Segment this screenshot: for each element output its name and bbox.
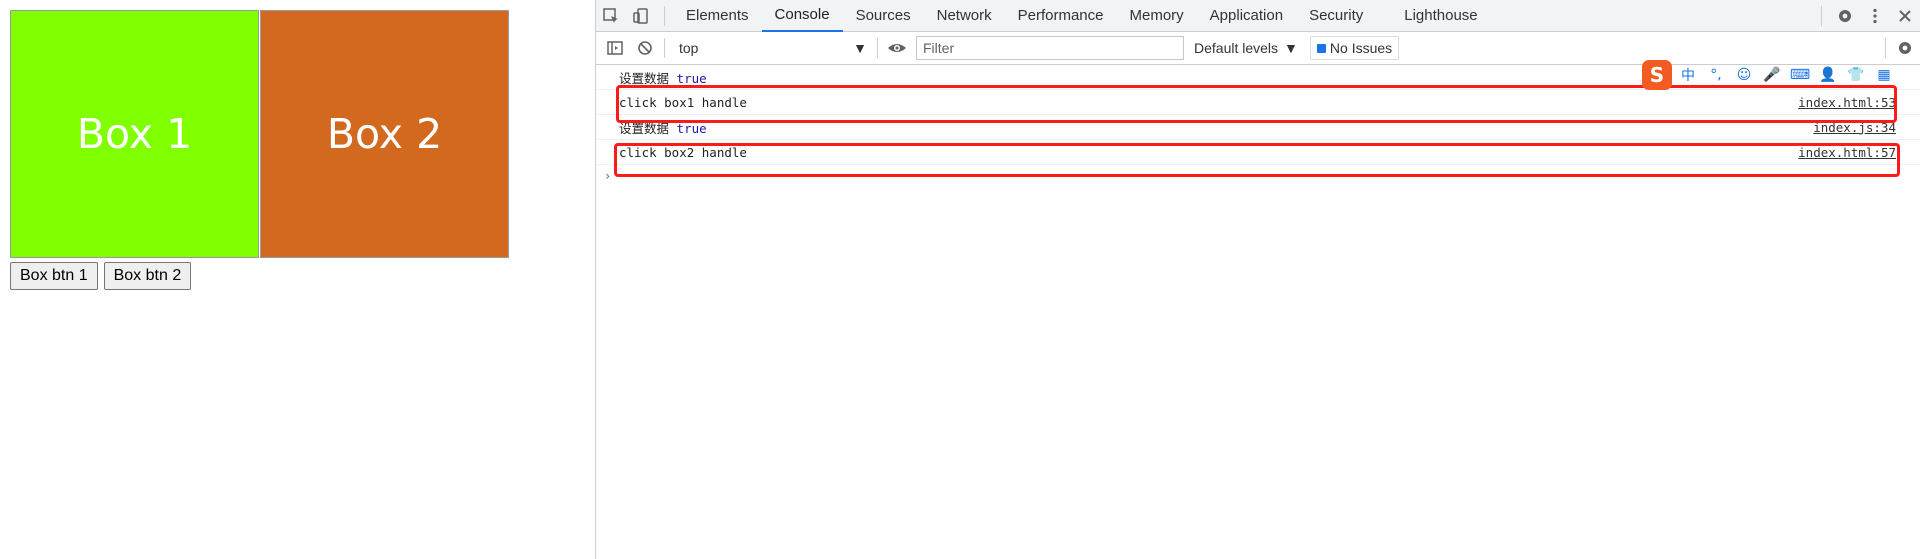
device-toolbar-icon[interactable]	[626, 1, 656, 31]
ime-keyboard-icon[interactable]: ⌨	[1788, 64, 1812, 86]
toolbar-divider	[1885, 38, 1886, 58]
box-1-label: Box 1	[76, 110, 193, 158]
console-row: click box2 handle index.html:57	[596, 140, 1920, 165]
tab-elements[interactable]: Elements	[673, 0, 762, 32]
message-value: true	[676, 120, 707, 136]
settings-gear-icon[interactable]	[1830, 1, 1860, 31]
page-viewport: Box 1 Box 2 Box btn 1 Box btn 2	[0, 0, 595, 559]
message-value: true	[676, 70, 707, 86]
context-select[interactable]: top ▼	[673, 36, 873, 60]
source-link[interactable]: index.html:53	[1798, 95, 1896, 110]
context-label: top	[679, 40, 699, 56]
console-message: click box1 handle	[619, 94, 747, 110]
live-expression-eye-icon[interactable]	[882, 33, 912, 63]
box-1[interactable]: Box 1	[10, 10, 259, 258]
source-link[interactable]: index.js:34	[1813, 120, 1896, 135]
show-sidebar-icon[interactable]	[600, 33, 630, 63]
message-text: 设置数据	[619, 70, 670, 86]
tabbar-divider	[664, 5, 665, 26]
ime-skin-icon[interactable]: 👕	[1844, 64, 1868, 86]
console-message: click box2 handle	[619, 144, 747, 160]
toolbar-divider	[664, 38, 665, 58]
tab-performance[interactable]: Performance	[1005, 0, 1117, 32]
console-prompt[interactable]: ›	[596, 165, 1920, 187]
toolbar-right-actions	[1881, 33, 1920, 63]
tab-network[interactable]: Network	[924, 0, 1005, 32]
tab-lighthouse[interactable]: Lighthouse	[1376, 0, 1490, 32]
source-link[interactable]: index.html:57	[1798, 145, 1896, 160]
toolbar-divider	[877, 38, 878, 58]
ime-chinese-mode-icon[interactable]: 中	[1676, 64, 1700, 86]
console-settings-gear-icon[interactable]	[1890, 33, 1920, 63]
more-options-icon[interactable]	[1860, 1, 1890, 31]
ime-toolbar: S 中 °, ☺ 🎤 ⌨ 👤 👕 ▦	[1642, 60, 1896, 90]
tab-memory[interactable]: Memory	[1117, 0, 1197, 32]
box-btn-2[interactable]: Box btn 2	[103, 262, 192, 290]
boxes-container: Box 1 Box 2	[10, 10, 509, 258]
inspect-element-icon[interactable]	[596, 1, 626, 31]
console-message: 设置数据 true	[619, 118, 1813, 137]
ime-toolbox-icon[interactable]: ▦	[1872, 64, 1896, 86]
box-btn-1[interactable]: Box btn 1	[10, 262, 98, 290]
console-row: 设置数据 true index.js:34	[596, 115, 1920, 140]
devtools-tabbar: Elements Console Sources Network Perform…	[596, 0, 1920, 32]
console-row: click box1 handle index.html:53	[596, 90, 1920, 115]
tab-console[interactable]: Console	[761, 0, 843, 32]
box-2-label: Box 2	[326, 110, 443, 158]
sogou-logo-icon[interactable]: S	[1642, 60, 1672, 90]
tab-security[interactable]: Security	[1296, 0, 1376, 32]
filter-input[interactable]	[916, 36, 1184, 60]
clear-console-icon[interactable]	[630, 33, 660, 63]
chevron-down-icon: ▼	[1284, 40, 1298, 56]
button-row: Box btn 1 Box btn 2	[10, 262, 192, 290]
log-levels-dropdown[interactable]: Default levels ▼	[1194, 40, 1298, 56]
tab-application[interactable]: Application	[1197, 0, 1296, 32]
ime-voice-icon[interactable]: 🎤	[1760, 64, 1784, 86]
chevron-down-icon: ▼	[853, 40, 867, 56]
tabbar-right-divider	[1821, 5, 1822, 26]
issues-label: No Issues	[1329, 40, 1393, 56]
close-icon[interactable]	[1890, 1, 1920, 31]
message-text: 设置数据	[619, 120, 670, 136]
ime-user-icon[interactable]: 👤	[1816, 64, 1840, 86]
issues-flag-icon	[1316, 43, 1326, 53]
prompt-chevron-icon: ›	[604, 169, 612, 183]
ime-punctuation-icon[interactable]: °,	[1704, 64, 1728, 86]
ime-emoji-icon[interactable]: ☺	[1732, 64, 1756, 86]
box-2[interactable]: Box 2	[260, 10, 509, 258]
log-levels-label: Default levels	[1194, 40, 1279, 56]
tabbar-right-actions	[1821, 1, 1920, 31]
tab-sources[interactable]: Sources	[843, 0, 924, 32]
issues-button[interactable]: No Issues	[1309, 36, 1400, 60]
